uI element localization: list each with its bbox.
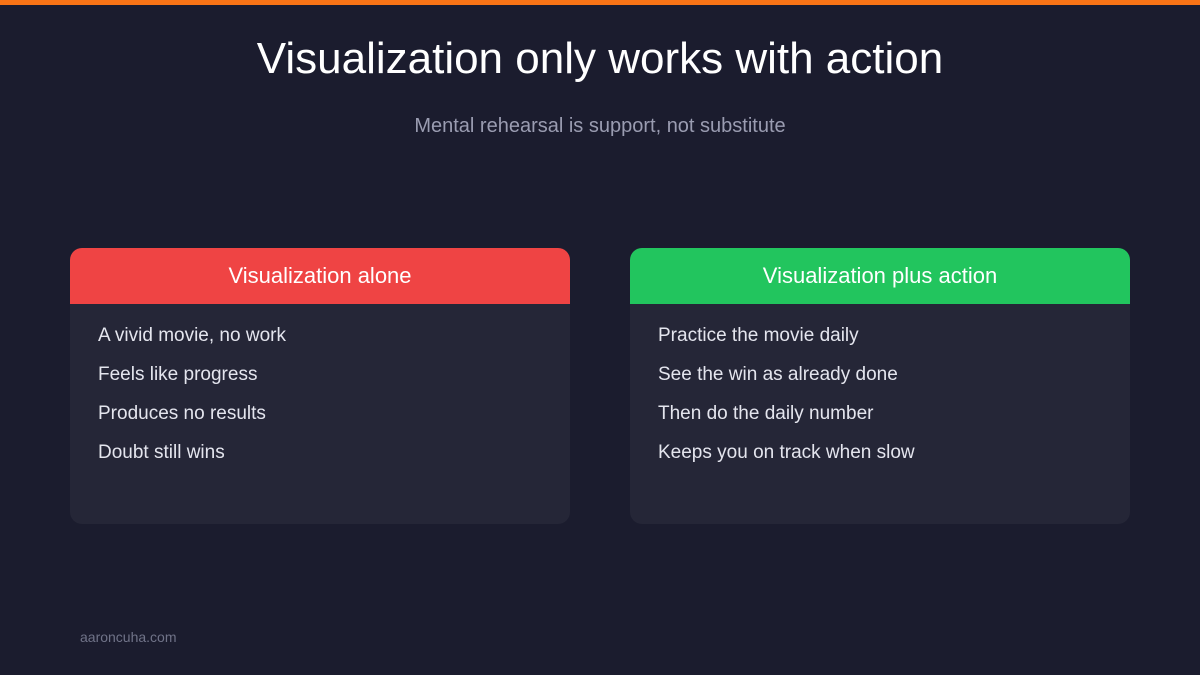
slide-title: Visualization only works with action [256, 34, 944, 83]
card-list-visualization-plus-action: Practice the movie daily See the win as … [630, 304, 1130, 464]
card-header-visualization-alone: Visualization alone [70, 248, 570, 304]
footer-url: aaroncuha.com [80, 629, 177, 645]
card-visualization-alone: Visualization alone A vivid movie, no wo… [70, 248, 570, 524]
list-item: Then do the daily number [658, 403, 874, 424]
list-item: Produces no results [98, 403, 266, 424]
list-item: Feels like progress [98, 364, 258, 385]
accent-bar [0, 0, 1200, 5]
card-list-visualization-alone: A vivid movie, no work Feels like progre… [70, 304, 570, 464]
list-item: Doubt still wins [98, 442, 225, 463]
list-item: A vivid movie, no work [98, 325, 286, 346]
list-item: See the win as already done [658, 364, 898, 385]
card-visualization-plus-action: Visualization plus action Practice the m… [630, 248, 1130, 524]
list-item: Keeps you on track when slow [658, 442, 915, 463]
list-item: Practice the movie daily [658, 325, 859, 346]
card-header-visualization-plus-action: Visualization plus action [630, 248, 1130, 304]
slide-subtitle: Mental rehearsal is support, not substit… [414, 115, 786, 137]
slide: Visualization only works with action Men… [0, 0, 1200, 675]
